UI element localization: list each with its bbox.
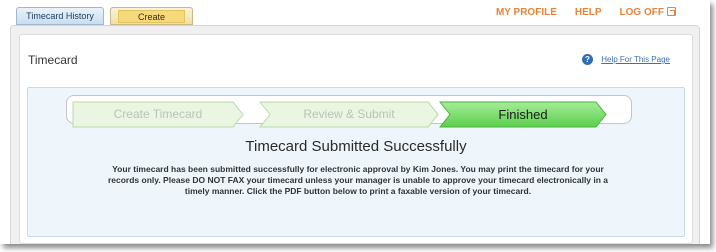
main-panel: Timecard ? Help For This Page Create Tim…	[10, 25, 700, 244]
step-review-submit: Review & Submit	[259, 101, 439, 128]
content-area: Create Timecard Review & Submit Finished…	[27, 87, 685, 237]
log-off-label: LOG OFF	[619, 7, 664, 18]
log-off-link[interactable]: LOG OFF	[620, 7, 676, 18]
result-title: Timecard Submitted Successfully	[245, 138, 467, 155]
tab-timecard-history[interactable]: Timecard History	[16, 7, 104, 25]
tab-label: Timecard History	[26, 11, 94, 21]
help-for-page-link[interactable]: Help For This Page	[601, 55, 670, 64]
step-label: Create Timecard	[113, 107, 203, 121]
help-link-top[interactable]: HELP	[575, 7, 602, 18]
step-label: Finished	[498, 107, 548, 122]
step-finished: Finished	[439, 101, 607, 128]
top-nav: MY PROFILE HELP LOG OFF	[496, 7, 676, 18]
step-label: Review & Submit	[303, 107, 395, 121]
help-question-icon[interactable]: ?	[582, 54, 593, 65]
page-title: Timecard	[28, 53, 78, 67]
timecard-panel: Timecard ? Help For This Page Create Tim…	[19, 34, 693, 244]
tab-label: Create Timecard	[118, 10, 185, 34]
step-create-timecard: Create Timecard	[72, 101, 244, 128]
log-off-icon	[667, 7, 676, 16]
app-window: Timecard History Create Timecard MY PROF…	[0, 0, 710, 244]
tab-create-timecard[interactable]: Create Timecard	[110, 7, 193, 34]
result-message: Your timecard has been submitted success…	[107, 164, 609, 196]
my-profile-link[interactable]: MY PROFILE	[496, 7, 557, 18]
